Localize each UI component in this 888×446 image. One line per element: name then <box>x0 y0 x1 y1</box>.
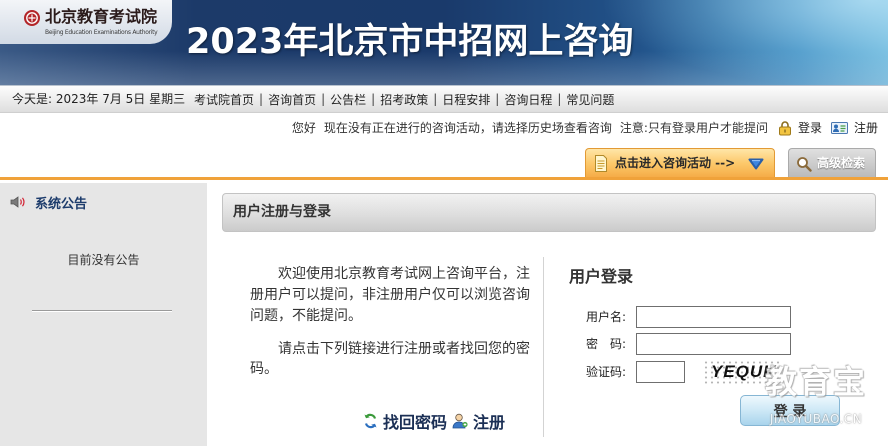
nav-link-bulletin[interactable]: 公告栏 <box>330 91 366 108</box>
captcha-code: YEQUK <box>711 362 777 381</box>
panel-title: 用户注册与登录 <box>233 204 331 220</box>
advanced-search-tab[interactable]: 高级检索 <box>788 148 876 178</box>
password-field[interactable] <box>636 333 791 355</box>
nav-separator: | <box>259 92 264 106</box>
intro-text: 欢迎使用北京教育考试网上咨询平台，注册用户可以提问，非注册用户仅可以浏览咨询问题… <box>250 264 534 379</box>
document-icon <box>594 155 608 172</box>
user-add-icon[interactable] <box>452 413 468 429</box>
recover-password-link[interactable]: 找回密码 <box>363 409 447 433</box>
logo-subtitle: Beijing Education Examinations Authority <box>45 29 158 36</box>
emblem-icon <box>23 9 41 27</box>
nav-link-schedule[interactable]: 日程安排 <box>442 91 490 108</box>
hint-paragraph: 请点击下列链接进行注册或者找回您的密码。 <box>250 341 530 377</box>
login-title: 用户登录 <box>569 267 634 286</box>
logo-text: 北京教育考试院 <box>45 7 158 26</box>
header-register-label[interactable]: 注册 <box>854 118 878 138</box>
page-title: 2023年北京市中招网上咨询 <box>186 22 634 62</box>
advanced-search-label[interactable]: 高级检索 <box>817 149 865 178</box>
top-nav-bar: 今天是: 2023年 7月 5日 星期三 考试院首页 | 咨询首页 | 公告栏 … <box>0 85 888 113</box>
vertical-divider <box>543 257 544 437</box>
nav-link-consult-home[interactable]: 咨询首页 <box>268 91 316 108</box>
account-links: 找回密码 注册 <box>363 409 505 433</box>
username-field[interactable] <box>636 306 791 328</box>
current-date: 今天是: 2023年 7月 5日 星期三 <box>12 92 186 106</box>
nav-separator: | <box>557 92 562 106</box>
captcha-label: 验证码: <box>585 365 626 379</box>
welcome-paragraph: 欢迎使用北京教育考试网上咨询平台，注册用户可以提问，非注册用户仅可以浏览咨询问题… <box>250 266 530 324</box>
register-card-icon[interactable] <box>830 121 848 135</box>
recover-password-label[interactable]: 找回密码 <box>383 409 447 433</box>
header-banner: 北京教育考试院 Beijing Education Examinations A… <box>0 0 888 85</box>
nav-separator: | <box>495 92 500 106</box>
activity-status-text: 现在没有正在进行的咨询活动，请选择历史场查看咨询 <box>323 121 612 135</box>
header-login-label[interactable]: 登录 <box>798 118 822 138</box>
login-button[interactable]: 登 录 <box>740 395 840 426</box>
captcha-image[interactable]: YEQUK <box>703 360 780 384</box>
announcement-heading: 系统公告 <box>10 193 88 212</box>
no-announcement-text: 目前没有公告 <box>67 253 140 267</box>
magnifier-icon <box>796 156 812 172</box>
nav-separator: | <box>371 92 376 106</box>
greeting-text: 您好 <box>291 121 316 135</box>
dropdown-triangle-icon[interactable] <box>747 157 765 171</box>
nav-link-faq[interactable]: 常见问题 <box>566 91 614 108</box>
header-register-link[interactable]: 注册 <box>830 118 878 138</box>
nav-links: 考试院首页 | 咨询首页 | 公告栏 | 招考政策 | 日程安排 | 咨询日程 … <box>194 86 874 112</box>
header-login-link[interactable]: 登录 <box>778 118 822 138</box>
nav-separator: | <box>433 92 438 106</box>
tab-underline <box>0 177 888 180</box>
enter-consult-activity-label[interactable]: 点击进入咨询活动 --> <box>615 149 735 178</box>
notice-bar: 您好 现在没有正在进行的咨询活动，请选择历史场查看咨询 注意:只有登录用户才能提… <box>292 118 878 138</box>
register-link[interactable]: 注册 <box>452 409 505 433</box>
login-required-note: 注意:只有登录用户才能提问 <box>619 121 768 135</box>
enter-consult-activity-tab[interactable]: 点击进入咨询活动 --> <box>585 148 775 178</box>
nav-link-admission-policy[interactable]: 招考政策 <box>380 91 428 108</box>
nav-link-exam-home[interactable]: 考试院首页 <box>194 91 254 108</box>
captcha-field[interactable] <box>636 361 685 383</box>
announcement-title: 系统公告 <box>35 196 88 212</box>
nav-separator: | <box>321 92 326 106</box>
nav-link-consult-schedule[interactable]: 咨询日程 <box>504 91 552 108</box>
sidebar: 系统公告 目前没有公告 <box>0 183 207 446</box>
site-logo: 北京教育考试院 Beijing Education Examinations A… <box>0 0 172 44</box>
register-label[interactable]: 注册 <box>473 409 505 433</box>
panel-header: 用户注册与登录 <box>222 193 876 232</box>
page: 北京教育考试院 Beijing Education Examinations A… <box>0 0 888 446</box>
sidebar-divider <box>32 310 172 312</box>
refresh-icon[interactable] <box>363 413 378 429</box>
password-label: 密 码: <box>585 337 626 351</box>
lock-icon[interactable] <box>778 120 792 136</box>
speaker-icon <box>10 195 27 209</box>
username-label: 用户名: <box>585 310 626 324</box>
